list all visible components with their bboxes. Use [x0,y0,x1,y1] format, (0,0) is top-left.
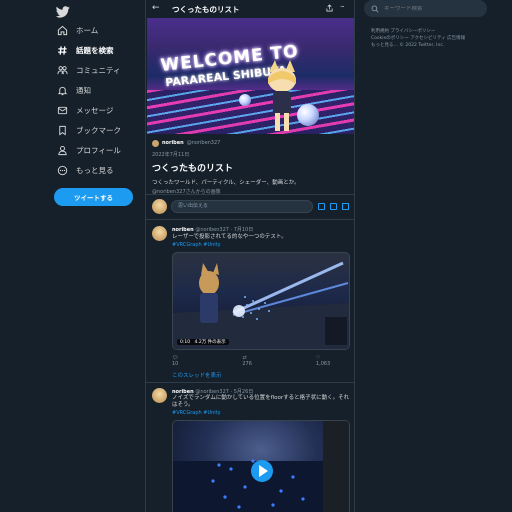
tweet-header: noriben @noriben327 · 5月26日 [172,388,253,395]
like-count: 1,063 [315,361,331,367]
avatar[interactable] [152,226,167,241]
video-views: 4.2万 件の表示 [194,340,226,345]
right-sidebar: 利用規約 プライバシーポリシー Cookieのポリシー アクセシビリティ 広告情… [364,0,504,512]
tweet-video[interactable] [172,420,350,512]
sidebar-item-label: ホーム [76,25,99,35]
image-icon[interactable] [318,203,325,210]
tweet-hashtags[interactable]: #VRCGraph #Unity [172,410,221,416]
list-info: noriben @noriben327 2022年7月11日 つくったものリスト… [152,138,352,195]
tweet-text: レーザーで投影されてる的なや一つのテスト。 [172,234,287,240]
banner-orb-decoration [297,104,319,126]
footer-links: 利用規約 プライバシーポリシー Cookieのポリシー アクセシビリティ 広告情… [371,28,493,49]
hashtag-icon [56,44,68,56]
list-icon[interactable] [342,203,349,210]
compose-input[interactable]: 思い出伝える [171,200,313,213]
like-button[interactable]: ♡ 1,063 [315,355,354,367]
avatar[interactable] [152,388,167,403]
main-column: ← つくったものリスト ··· WELCOME TO PARAREAL SHIB… [145,0,355,512]
back-arrow-icon[interactable]: ← [152,3,160,13]
more-options-icon[interactable]: ··· [340,3,345,11]
banner-floor-decoration [147,90,354,134]
tweet-hashtags[interactable]: #VRCGraph #Unity [172,242,221,248]
tweet-author-name[interactable]: noriben [172,227,194,233]
banner-orb-decoration [239,94,251,106]
avatar [152,139,159,147]
sidebar-item-explore[interactable]: 話題を検索 [56,42,114,58]
tweet[interactable]: noriben @noriben327 · 5月26日 ノイズでランダムに動かし… [146,383,354,512]
mail-icon [56,104,68,116]
search-input[interactable] [384,5,474,12]
reply-composer: 思い出伝える [146,194,354,220]
video-frame-illustration [173,421,349,512]
sidebar-item-label: プロフィール [76,145,121,155]
tweet-button[interactable]: ツイートする [54,188,133,206]
footer-line[interactable]: Cookieのポリシー アクセシビリティ 広告情報 [371,35,493,42]
gif-icon[interactable] [330,203,337,210]
tweet-header: noriben @noriben327 · 7月10日 [172,226,253,233]
retweet-count: 276 [242,361,252,367]
retweet-button[interactable]: ⇄ 276 [242,355,284,367]
sidebar-item-communities[interactable]: コミュニティ [56,62,121,78]
sidebar-item-label: 話題を検索 [76,45,114,55]
sidebar-item-bookmarks[interactable]: ブックマーク [56,122,121,138]
list-description: つくったワールド、パーティクル、シェーダー、動画とか。 [152,180,300,186]
tweet[interactable]: noriben @noriben327 · 7月10日 レーザーで投影されてる的… [146,221,354,383]
tweet-video[interactable]: 0:10 4.2万 件の表示 [172,252,350,350]
owner-handle: @noriben327 [186,140,221,146]
sidebar-nav: ホーム 話題を検索 コミュニティ 通知 メッセージ ブックマーク プロフィール … [48,0,146,512]
list-header: ← つくったものリスト ··· [146,0,354,18]
search-bar[interactable] [364,0,487,17]
bookmark-icon [56,124,68,136]
show-thread-link[interactable]: このスレッドを表示 [172,371,222,379]
tweet-author-handle: @noriben327 · 7月10日 [195,227,254,233]
sidebar-item-label: コミュニティ [76,65,121,75]
home-icon [56,24,68,36]
list-banner-image: WELCOME TO PARAREAL SHIBUYA [147,18,354,134]
sidebar-item-home[interactable]: ホーム [56,22,98,38]
video-frame-illustration [173,261,349,349]
reply-button[interactable]: 💬︎ 10 [172,355,210,367]
footer-line[interactable]: もっと見る… © 2022 Twitter, Inc. [371,42,493,49]
tweet-text: ノイズでランダムに動かしている位置をfloorすると格子状に動く。それはそう。 [172,395,350,408]
list-title: つくったものリスト [152,164,234,174]
sidebar-item-profile[interactable]: プロフィール [56,142,121,158]
video-time: 0:10 [180,340,191,345]
bell-icon [56,84,68,96]
list-owner[interactable]: noriben @noriben327 [152,138,352,148]
tweet-actions: 💬︎ 10 ⇄ 276 ♡ 1,063 ⇪ [172,355,350,367]
owner-name: noriben [162,140,184,146]
banner-character-illustration [268,60,296,131]
sidebar-item-label: 通知 [76,85,91,95]
reply-count: 10 [172,361,179,367]
search-icon [371,5,379,13]
video-overlay: 0:10 4.2万 件の表示 [177,339,229,345]
sidebar-item-label: ブックマーク [76,125,121,135]
avatar [152,199,167,214]
sidebar-item-notifications[interactable]: 通知 [56,82,91,98]
sidebar-item-more[interactable]: もっと見る [56,162,114,178]
footer-line[interactable]: 利用規約 プライバシーポリシー [371,28,493,35]
profile-icon [56,144,68,156]
sidebar-item-messages[interactable]: メッセージ [56,102,113,118]
twitter-logo-icon[interactable] [55,3,70,18]
app-root: ホーム 話題を検索 コミュニティ 通知 メッセージ ブックマーク プロフィール … [0,0,512,512]
page-title: つくったものリスト [172,5,240,14]
list-date: 2022年7月11日 [152,152,190,158]
sidebar-item-label: メッセージ [76,105,114,115]
sidebar-item-label: もっと見る [76,165,114,175]
more-circle-icon [56,164,68,176]
share-icon[interactable] [326,4,333,14]
communities-icon [56,64,68,76]
